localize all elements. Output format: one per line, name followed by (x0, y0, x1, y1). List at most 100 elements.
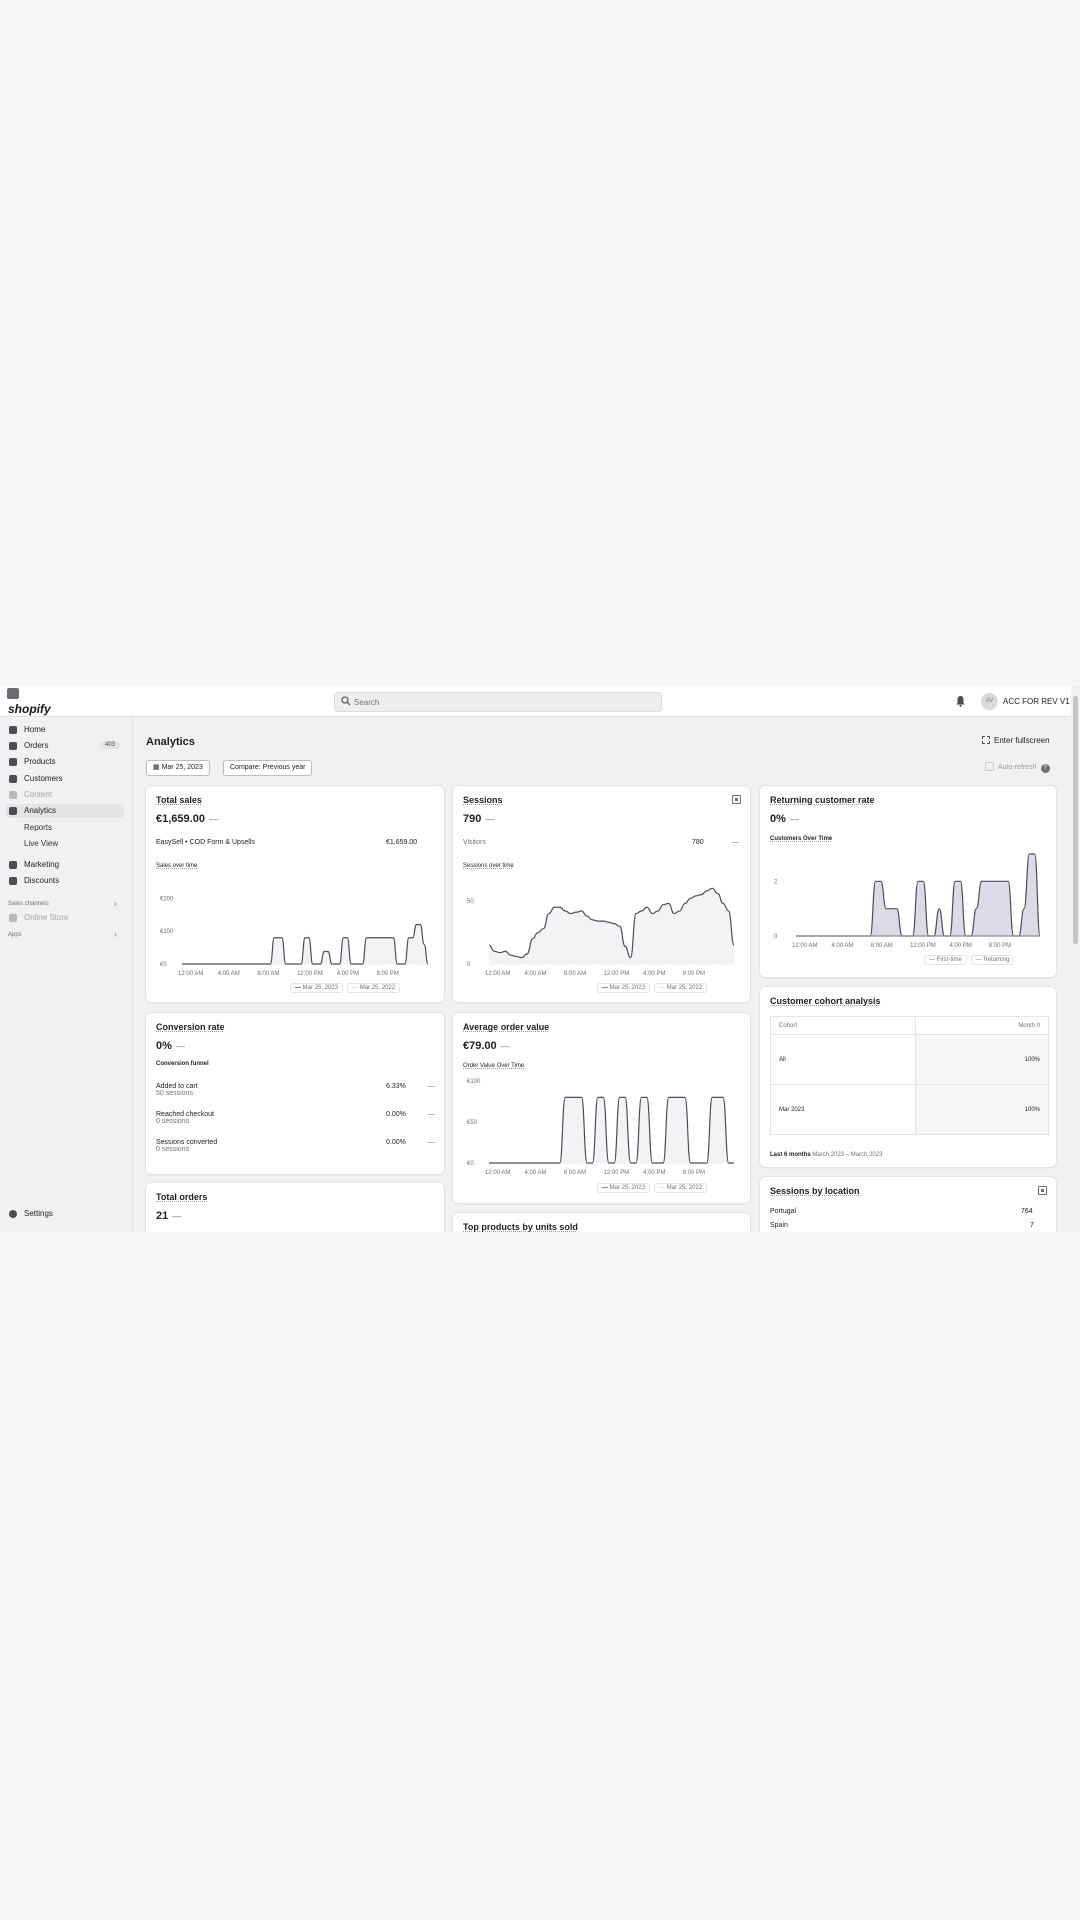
card-title[interactable]: Customer cohort analysis (770, 996, 881, 1006)
total-orders-card: Total orders 21— (146, 1183, 444, 1232)
x-tick-label: 12:00 PM (604, 1170, 630, 1175)
visitors-label: Visitors (463, 839, 486, 846)
sessions-card: Sessions 790— Visitors 780 — Sessions ov… (453, 786, 750, 1002)
card-title[interactable]: Total orders (156, 1192, 207, 1202)
legend-previous[interactable]: ··· Mar 25, 2022 (347, 983, 401, 993)
sessions-value: 790— (463, 813, 495, 825)
sidebar-item-online-store[interactable]: Online Store (6, 911, 124, 925)
y-tick-label: 2 (774, 879, 778, 885)
visitors-dash: — (732, 839, 739, 846)
series-area (796, 854, 1040, 936)
scrollbar-thumb[interactable] (1073, 696, 1078, 944)
card-title[interactable]: Average order value (463, 1022, 549, 1032)
sidebar-item-settings[interactable]: Settings (6, 1207, 124, 1221)
series-line[interactable] (488, 1096, 734, 1164)
conversion-rate-card: Conversion rate 0% — Conversion funnel Ad… (146, 1013, 444, 1174)
card-title[interactable]: Total sales (156, 795, 202, 805)
sidebar-item-live-view[interactable]: Live View (6, 837, 124, 851)
sidebar-item-customers[interactable]: Customers (6, 772, 124, 786)
sidebar-item-home[interactable]: Home (6, 723, 124, 737)
chart-title[interactable]: Customers Over Time (770, 836, 832, 842)
legend-first-time[interactable]: — First-time (924, 955, 967, 965)
aov-chart: €100 €50 €0 12:00 AM 4:00 AM 8:00 AM 12:00 PM 4… (467, 1079, 734, 1175)
sidebar-item-content[interactable]: Content (6, 788, 124, 802)
help-icon[interactable]: ? (1040, 764, 1050, 773)
average-order-value-card: Average order value €79.00— Order Value … (453, 1013, 750, 1203)
chevron-right-icon[interactable]: › (114, 899, 117, 908)
card-title[interactable]: Conversion rate (156, 1022, 225, 1032)
report-icon[interactable] (1038, 1186, 1047, 1195)
fullscreen-icon (982, 736, 990, 744)
y-tick-label: €0 (160, 962, 167, 968)
x-tick-label: 12:00 PM (604, 971, 630, 976)
x-tick-label: 8:00 AM (564, 1170, 586, 1175)
returning-rate-value: 0% — (770, 813, 799, 825)
avatar[interactable]: AV (981, 693, 998, 710)
legend-returning[interactable]: — Returning (970, 955, 1015, 965)
date-range-button[interactable]: ▦ Mar 25, 2023 (146, 760, 210, 776)
card-title[interactable]: Top products by units sold (463, 1222, 578, 1232)
compare-button[interactable]: Compare: Previous year (223, 760, 313, 776)
sidebar-item-orders[interactable]: Orders 403 (6, 739, 124, 753)
x-tick-label: 12:00 AM (485, 1170, 510, 1175)
enter-fullscreen-button[interactable]: Enter fullscreen (982, 736, 1050, 745)
table-row: All 100% (769, 1034, 1049, 1085)
report-icon[interactable] (732, 795, 741, 804)
orders-count-badge: 403 (99, 741, 120, 749)
bar-chart-icon (9, 807, 17, 815)
card-title[interactable]: Sessions by location (770, 1186, 860, 1196)
apps-heading[interactable]: Apps (8, 932, 22, 938)
card-title[interactable]: Sessions (463, 795, 503, 805)
legend-current[interactable]: — Mar 25, 2023 (290, 983, 344, 993)
sidebar-item-marketing[interactable]: Marketing (6, 858, 124, 872)
sales-chart: €200 €100 €0 12:00 AM 4:00 AM 8:00 AM 12:00 PM… (160, 896, 429, 976)
search-bar[interactable] (334, 692, 662, 712)
funnel-heading: Conversion funnel (156, 1061, 209, 1067)
top-products-card: Top products by units sold (453, 1213, 750, 1232)
sales-channels-heading[interactable]: Sales channels (8, 901, 49, 907)
orders-icon (9, 742, 17, 750)
sidebar-item-analytics[interactable]: Analytics (6, 804, 124, 818)
card-title[interactable]: Returning customer rate (770, 795, 875, 805)
legend-previous[interactable]: ··· Mar 25, 2022 (654, 1183, 708, 1193)
location-label: Portugal (770, 1208, 797, 1215)
chevron-right-icon[interactable]: › (114, 930, 117, 939)
total-sales-value: €1,659.00— (156, 813, 218, 825)
legend-previous[interactable]: ··· Mar 25, 2022 (654, 983, 708, 993)
sidebar-item-products[interactable]: Products (6, 755, 124, 769)
legend-current[interactable]: — Mar 25, 2023 (597, 1183, 651, 1193)
search-input[interactable] (354, 695, 654, 709)
y-tick-label: 50 (467, 899, 474, 905)
chart-title[interactable]: Sales over time (156, 863, 197, 869)
calendar-icon: ▦ (153, 764, 162, 771)
person-icon (9, 775, 17, 783)
table-row: Mar 2023 100% (769, 1084, 1049, 1135)
shopify-logo[interactable]: shopify (8, 702, 51, 716)
gear-icon (9, 1210, 17, 1218)
scrollbar[interactable] (1071, 686, 1080, 1232)
discount-icon (9, 877, 17, 885)
table-header-row: Cohort Month 0 (769, 1016, 1049, 1035)
sidebar-item-discounts[interactable]: Discounts (6, 874, 124, 888)
y-tick-label: €200 (160, 896, 174, 902)
sidebar-item-reports[interactable]: Reports (6, 821, 124, 835)
legend-current[interactable]: — Mar 25, 2023 (597, 983, 651, 993)
app-screen: shopify AV ACC FOR REV V1 Home Orders403… (0, 686, 1080, 1232)
auto-refresh-toggle[interactable]: Auto-refresh? (985, 762, 1050, 773)
chart-title[interactable]: Sessions over time (463, 863, 514, 869)
x-tick-label: 4:00 PM (949, 943, 971, 948)
content-icon (9, 791, 17, 799)
bell-icon[interactable] (955, 695, 966, 707)
chart-title[interactable]: Order Value Over Time (463, 1063, 524, 1069)
x-tick-label: 12:00 PM (297, 971, 323, 976)
channel-label: EasySell • COD Form & Upsells (156, 839, 255, 846)
location-label: Spain (770, 1222, 788, 1229)
sessions-by-location-card: Sessions by location Portugal 764 Spain … (760, 1177, 1056, 1232)
location-value: 7 (1030, 1222, 1034, 1229)
series-area (182, 924, 428, 964)
y-tick-label: €100 (160, 929, 174, 935)
store-name[interactable]: ACC FOR REV V1 (1003, 697, 1070, 706)
y-tick-label: €0 (467, 1161, 474, 1167)
visitors-value: 780 (692, 839, 704, 846)
auto-refresh-checkbox[interactable] (985, 762, 994, 771)
